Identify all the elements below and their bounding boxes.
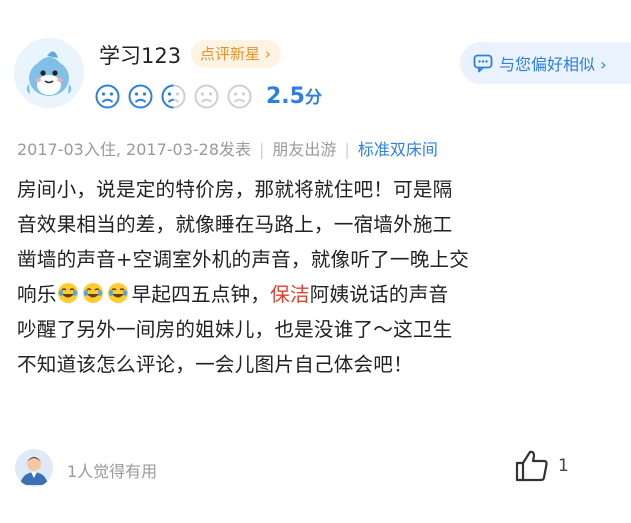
username[interactable]: 学习123 [99,40,181,70]
review-line: 凿墙的声音+空调室外机的声音，就像听了一晚上交 [17,248,470,271]
review-text-segment: 阿姨说话的声音 [309,283,449,306]
sad-face-rating-icon [128,84,153,108]
meta-divider: | [344,140,350,159]
rising-star-badge[interactable]: 点评新星 › [191,40,281,68]
meta-divider: | [259,140,265,159]
rating-row: 2.5分 [95,83,322,109]
like-count: 1 [558,456,569,476]
stay-dates: 2017-03入住, 2017-03-28发表 [17,140,252,159]
rating-score: 2.5分 [266,83,322,109]
room-type-link[interactable]: 标准双床间 [358,140,438,159]
rating-score-value: 2.5 [266,84,305,109]
similar-preference-button[interactable]: 与您偏好相似 › [460,42,631,84]
review-line: 音效果相当的差，就像睡在马路上，一宿墙外施工 [17,213,453,236]
review-text: 房间小，说是定的特价房，那就将就住吧！可是隔 音效果相当的差，就像睡在马路上，一… [17,172,620,382]
review-meta: 2017-03入住, 2017-03-28发表 | 朋友出游 | 标准双床间 [17,136,438,160]
laugh-cry-emoji-icon [57,283,78,303]
rating-score-unit: 分 [304,88,322,108]
sad-face-rating-icon [95,84,120,108]
user-avatar[interactable] [14,38,84,108]
laugh-cry-emoji-icon [82,283,103,303]
highlighted-keyword[interactable]: 保洁 [270,283,310,306]
helpful-count-text: 1人觉得有用 [67,462,158,481]
similar-preference-label: 与您偏好相似 › [499,55,607,74]
chat-bubble-icon [473,54,493,73]
laugh-cry-emoji-icon [107,283,128,303]
review-text-segment: 响乐 [17,283,57,306]
thumbs-up-icon [515,450,548,482]
review-line: 房间小，说是定的特价房，那就将就住吧！可是隔 [17,178,453,201]
review-line: 响乐 早起四五点钟，保洁阿姨说话的声音 [17,277,620,312]
half-face-rating-icon [161,84,186,108]
dolphin-avatar-icon [14,38,84,108]
trip-type: 朋友出游 [272,140,337,159]
like-button[interactable]: 1 [514,449,569,483]
helpful-user-avatar[interactable] [15,449,53,487]
empty-face-rating-icon [227,84,252,108]
empty-face-rating-icon [194,84,219,108]
person-avatar-icon [15,449,53,487]
review-text-segment: 早起四五点钟， [131,283,271,306]
review-line: 吵醒了另外一间房的姐妹儿，也是没谁了～这卫生 [17,318,453,341]
review-line: 不知道该怎么评论，一会儿图片自己体会吧！ [17,353,413,376]
